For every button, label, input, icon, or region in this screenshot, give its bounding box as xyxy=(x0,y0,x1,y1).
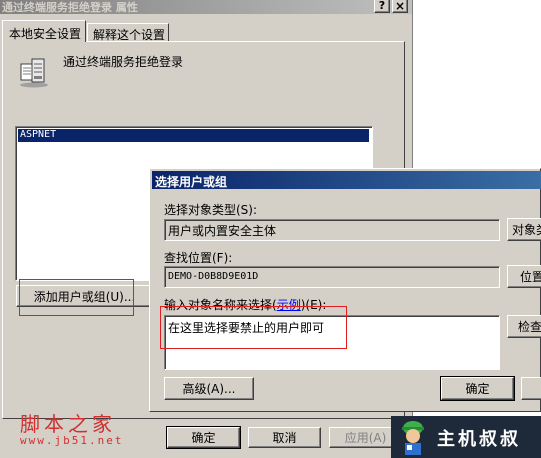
tab-local-security[interactable]: 本地安全设置 xyxy=(2,20,86,42)
close-icon: × xyxy=(394,0,406,13)
watermark-left-url: www.jb51.net xyxy=(20,434,124,447)
server-policy-icon xyxy=(20,58,48,88)
examples-link[interactable]: 示例 xyxy=(277,298,301,312)
worker-mascot-icon xyxy=(402,421,424,455)
add-user-group-button[interactable]: 添加用户或组(U)... xyxy=(16,285,153,307)
tab-explain[interactable]: 解释这个设置 xyxy=(87,23,169,42)
object-type-field: 用户或内置安全主体 xyxy=(164,219,500,241)
object-type-label: 选择对象类型(S): xyxy=(164,203,258,217)
watermark-left-title: 脚本之家 xyxy=(20,412,116,436)
object-types-button[interactable]: 对象类 xyxy=(507,218,541,241)
policy-name: 通过终端服务拒绝登录 xyxy=(63,55,184,69)
close-button[interactable]: × xyxy=(392,0,408,13)
watermark-right-text: 主机叔叔 xyxy=(437,429,521,450)
dialog-cancel-button[interactable] xyxy=(521,377,541,400)
watermark-left: 脚本之家 www.jb51.net xyxy=(18,408,138,456)
watermark-right: 主机叔叔 xyxy=(391,416,541,458)
object-names-input[interactable]: 在这里选择要禁止的用户即可 xyxy=(164,315,500,370)
advanced-button[interactable]: 高级(A)... xyxy=(164,377,254,400)
select-users-dialog: 选择用户或组 选择对象类型(S): 用户或内置安全主体 对象类 查找位置(F):… xyxy=(149,168,541,412)
title-bar: 通过终端服务拒绝登录 属性 ? × xyxy=(0,0,412,14)
dialog-title: 选择用户或组 xyxy=(155,175,228,189)
check-names-button[interactable]: 检查 xyxy=(507,315,541,338)
location-label: 查找位置(F): xyxy=(164,251,233,265)
location-field: DEMO-D0B8D9E01D xyxy=(164,266,500,288)
object-names-label: 输入对象名称来选择(示例)(E): xyxy=(164,298,327,312)
list-item[interactable]: ASPNET xyxy=(18,129,369,142)
window-title: 通过终端服务拒绝登录 属性 xyxy=(2,1,138,14)
locations-button[interactable]: 位置 xyxy=(507,265,541,288)
cancel-button[interactable]: 取消 xyxy=(248,427,321,448)
dialog-title-bar: 选择用户或组 xyxy=(152,171,541,189)
dialog-ok-button[interactable]: 确定 xyxy=(440,376,515,401)
ok-button[interactable]: 确定 xyxy=(166,426,241,449)
help-button[interactable]: ? xyxy=(374,0,390,13)
